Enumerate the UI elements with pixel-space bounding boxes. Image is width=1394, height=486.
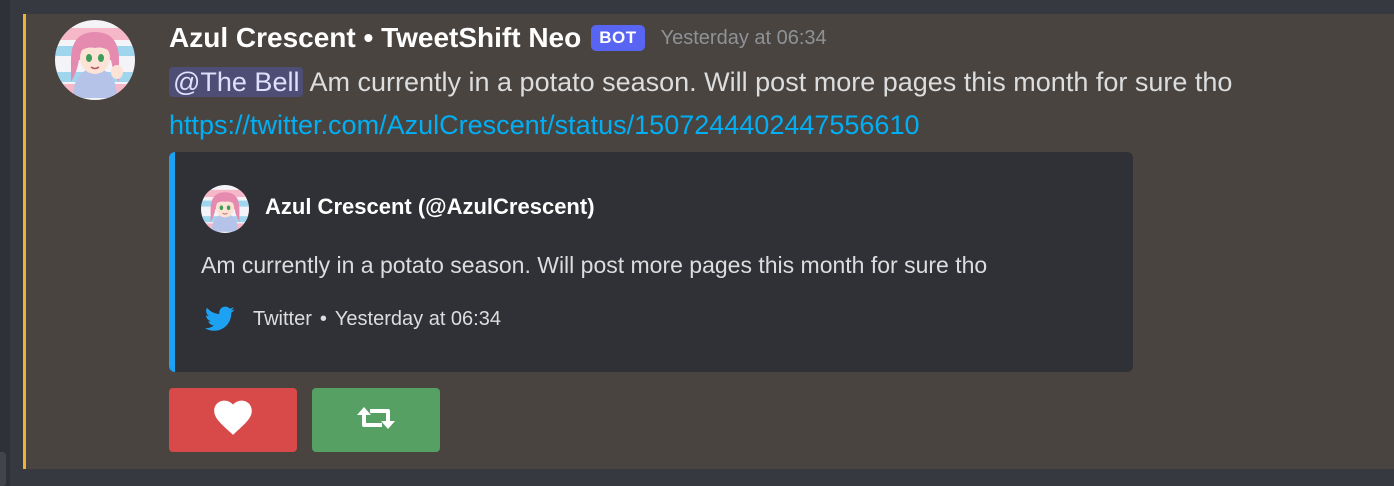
embed-description: Am currently in a potato season. Will po… — [201, 252, 988, 278]
embed-accent-bar — [169, 152, 175, 372]
twitter-bird-icon — [204, 306, 235, 332]
retweet-icon — [356, 403, 396, 438]
user-mention[interactable]: @The Bell — [169, 67, 304, 97]
chat-view: Azul Crescent • TweetShift Neo BOT Yeste… — [0, 0, 1394, 486]
message-content: @The Bell Am currently in a potato seaso… — [169, 64, 1232, 100]
embed-footer-source: Twitter — [253, 307, 312, 330]
embed-footer-timestamp: Yesterday at 06:34 — [334, 307, 501, 330]
retweet-button[interactable] — [312, 388, 440, 452]
embed-author-name[interactable]: Azul Crescent (@AzulCrescent) — [265, 194, 595, 220]
scroll-nub[interactable] — [0, 452, 6, 486]
tweet-embed: Azul Crescent (@AzulCrescent) Am current… — [169, 152, 1133, 372]
avatar[interactable] — [55, 20, 135, 100]
mention-highlight-bar — [23, 14, 26, 469]
message-link-line: https://twitter.com/AzulCrescent/status/… — [169, 107, 919, 143]
message-header: Azul Crescent • TweetShift Neo BOT Yeste… — [169, 20, 827, 56]
message-row[interactable]: Azul Crescent • TweetShift Neo BOT Yeste… — [23, 14, 1394, 469]
heart-icon — [213, 400, 253, 441]
embed-footer: Twitter • Yesterday at 06:34 — [204, 306, 501, 332]
message-text: Am currently in a potato season. Will po… — [303, 67, 1233, 97]
author-username[interactable]: Azul Crescent • TweetShift Neo — [169, 22, 581, 54]
like-button[interactable] — [169, 388, 297, 452]
message-timestamp[interactable]: Yesterday at 06:34 — [661, 27, 827, 50]
embed-footer-separator: • — [319, 307, 327, 330]
bot-badge: BOT — [591, 25, 645, 51]
left-gutter — [0, 0, 10, 486]
tweet-link[interactable]: https://twitter.com/AzulCrescent/status/… — [169, 110, 919, 140]
embed-author-avatar[interactable] — [201, 185, 249, 233]
